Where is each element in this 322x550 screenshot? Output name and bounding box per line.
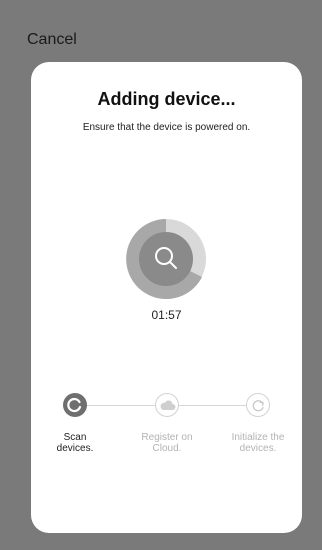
step-register-label: Register on Cloud. xyxy=(127,432,207,454)
scan-ring xyxy=(126,219,206,299)
step-scan-indicator xyxy=(63,393,87,417)
step-initialize-label-line2: devices. xyxy=(239,443,277,454)
step-initialize-indicator xyxy=(246,393,270,417)
step-scan-label: Scan devices. xyxy=(35,432,115,454)
refresh-icon xyxy=(67,397,82,413)
instruction-text: Ensure that the device is powered on. xyxy=(82,122,251,133)
step-initialize-label: Initialize the devices. xyxy=(218,432,298,454)
step-register-indicator xyxy=(155,393,179,417)
page-title: Adding device... xyxy=(97,89,236,109)
step-initialize-label-line1: Initialize the xyxy=(231,432,285,443)
scan-progress-indicator xyxy=(126,219,206,299)
step-scan-label-line2: devices. xyxy=(56,443,94,454)
restart-icon xyxy=(252,400,264,412)
step-scan-label-line1: Scan xyxy=(63,432,87,443)
step-register-label-line1: Register on xyxy=(141,432,193,443)
cloud-icon xyxy=(160,400,176,410)
screen: Cancel Adding device... Ensure that the … xyxy=(0,0,322,550)
cancel-button[interactable]: Cancel xyxy=(27,31,77,49)
countdown-timer: 01:57 xyxy=(151,308,182,322)
step-register-label-line2: Cloud. xyxy=(152,443,182,454)
adding-device-card: Adding device... Ensure that the device … xyxy=(31,62,302,533)
